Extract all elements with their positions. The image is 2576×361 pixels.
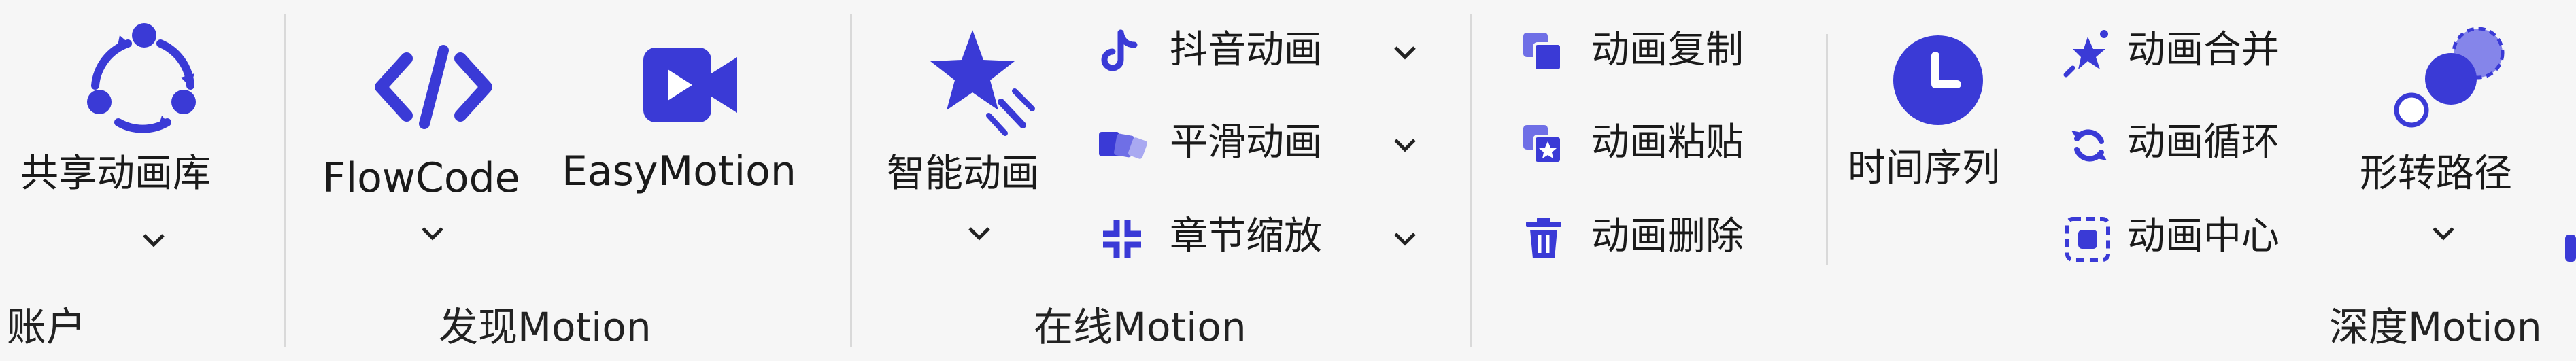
- chevron-down-icon: [968, 227, 990, 241]
- morph-path-label: 形转路径: [2360, 152, 2512, 196]
- group-label-account: 账户: [7, 304, 86, 350]
- chevron-down-icon: [2433, 227, 2454, 241]
- tiktok-animation-button[interactable]: 抖音动画: [1094, 26, 1434, 80]
- easymotion-label: EasyMotion: [562, 148, 796, 195]
- time-sequence-label: 时间序列: [1848, 146, 2000, 190]
- tiktok-animation-label: 抖音动画: [1170, 28, 1322, 72]
- clock-icon: [1893, 35, 1983, 125]
- copy-animation-label: 动画复制: [1591, 28, 1744, 72]
- delete-animation-button[interactable]: 动画删除: [1516, 212, 1802, 267]
- chapter-zoom-button[interactable]: 章节缩放: [1094, 212, 1434, 267]
- easymotion-button[interactable]: EasyMotion: [558, 14, 823, 204]
- shared-library-label: 共享动画库: [20, 152, 211, 196]
- sparkle-icon: [2063, 30, 2108, 78]
- separator: [850, 14, 852, 347]
- loop-animation-button[interactable]: 动画循环: [2059, 118, 2318, 173]
- tiktok-icon: [1101, 29, 1138, 71]
- separator: [1826, 34, 1828, 265]
- separator: [284, 14, 286, 347]
- smart-animation-button[interactable]: 智能动画: [877, 14, 1088, 258]
- chevron-down-icon: [1394, 46, 1416, 60]
- delete-animation-label: 动画删除: [1591, 214, 1744, 258]
- center-animation-label: 动画中心: [2127, 214, 2280, 258]
- center-focus-icon: [2065, 217, 2110, 262]
- morph-path-icon: [2394, 27, 2505, 128]
- morph-path-button[interactable]: 形转路径: [2339, 14, 2550, 258]
- smooth-animation-label: 平滑动画: [1170, 120, 1322, 165]
- loop-animation-label: 动画循环: [2127, 120, 2280, 165]
- group-label-discover: 发现Motion: [439, 304, 651, 350]
- group-label-depth: 深度Motion: [2329, 304, 2542, 350]
- paste-icon: [1523, 125, 1563, 165]
- shooting-star-icon: [930, 30, 1035, 136]
- group-label-online: 在线Motion: [1034, 304, 1247, 350]
- video-camera-icon: [643, 48, 737, 122]
- copy-animation-button[interactable]: 动画复制: [1516, 26, 1802, 80]
- partial-icon: [2565, 235, 2576, 262]
- separator: [1470, 14, 1472, 347]
- shared-library-button[interactable]: 共享动画库: [14, 14, 258, 258]
- chevron-down-icon: [422, 227, 443, 241]
- flowcode-label: FlowCode: [322, 154, 520, 202]
- loop-icon: [2071, 129, 2107, 162]
- share-network-icon: [87, 23, 196, 133]
- code-icon: [375, 45, 492, 129]
- trash-icon: [1526, 218, 1561, 258]
- chevron-down-icon: [1394, 233, 1416, 246]
- paste-animation-button[interactable]: 动画粘贴: [1516, 118, 1802, 173]
- copy-icon: [1523, 33, 1563, 72]
- chevron-down-icon: [1394, 139, 1416, 152]
- smooth-motion-icon: [1099, 132, 1147, 159]
- merge-animation-label: 动画合并: [2127, 28, 2280, 72]
- shrink-icon: [1103, 220, 1141, 258]
- merge-animation-button[interactable]: 动画合并: [2059, 26, 2318, 80]
- chapter-zoom-label: 章节缩放: [1170, 214, 1322, 258]
- smart-animation-label: 智能动画: [887, 152, 1039, 196]
- center-animation-button[interactable]: 动画中心: [2059, 212, 2318, 267]
- paste-animation-label: 动画粘贴: [1591, 120, 1744, 165]
- time-sequence-button[interactable]: 时间序列: [1846, 20, 2050, 224]
- chevron-down-icon: [143, 234, 165, 247]
- smooth-animation-button[interactable]: 平滑动画: [1094, 118, 1434, 173]
- flowcode-button[interactable]: FlowCode: [313, 14, 551, 258]
